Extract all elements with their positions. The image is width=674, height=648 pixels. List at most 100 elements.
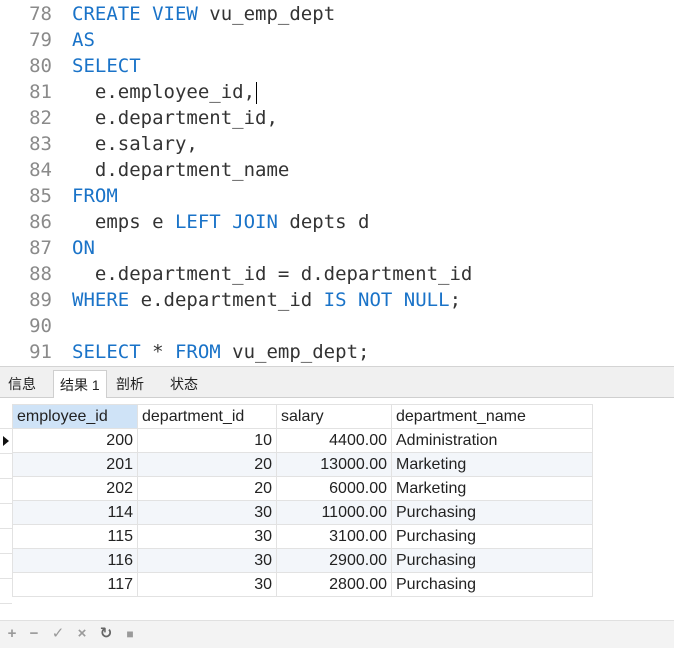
cell-department-name[interactable]: Marketing	[391, 476, 593, 501]
sql-keyword: AS	[72, 29, 95, 51]
tab-info[interactable]: 信息	[2, 370, 42, 398]
sql-keyword: FROM	[174, 341, 221, 363]
cell-salary[interactable]: 13000.00	[276, 452, 392, 477]
table-row[interactable]: 201 20 13000.00 Marketing	[12, 452, 593, 477]
code-line[interactable]: 79 AS	[0, 27, 674, 53]
cell-employee-id[interactable]: 200	[12, 428, 138, 453]
column-header-department-name[interactable]: department_name	[391, 404, 593, 429]
cell-employee-id[interactable]: 114	[12, 500, 138, 525]
cell-salary[interactable]: 2900.00	[276, 548, 392, 573]
table-row[interactable]: 115 30 3100.00 Purchasing	[12, 524, 593, 549]
apply-changes-icon[interactable]: ✓	[50, 626, 66, 642]
sql-token: vu_emp_dept	[197, 3, 336, 25]
code-line[interactable]: 86 emps e LEFT JOIN depts d	[0, 209, 674, 235]
grid-toolbar: + − ✓ × ↻ ■	[0, 620, 674, 648]
tab-profile[interactable]: 剖析	[110, 370, 150, 398]
cell-salary[interactable]: 11000.00	[276, 500, 392, 525]
cell-department-name[interactable]: Purchasing	[391, 500, 593, 525]
code-text: FROM	[72, 183, 118, 209]
line-number: 80	[29, 55, 52, 77]
sql-keyword: FROM	[72, 185, 118, 207]
stop-icon[interactable]: ■	[122, 626, 138, 642]
sql-keyword: IS	[323, 289, 347, 311]
code-line[interactable]: 91 SELECT * FROM vu_emp_dept;	[0, 339, 674, 365]
code-line[interactable]: 82 e.department_id,	[0, 105, 674, 131]
discard-changes-icon[interactable]: ×	[74, 626, 90, 642]
cell-department-id[interactable]: 30	[137, 548, 277, 573]
refresh-icon[interactable]: ↻	[98, 626, 114, 642]
cell-employee-id[interactable]: 116	[12, 548, 138, 573]
row-indicator[interactable]	[0, 579, 12, 604]
code-line[interactable]: 85 FROM	[0, 183, 674, 209]
cell-employee-id[interactable]: 201	[12, 452, 138, 477]
line-number: 87	[29, 237, 52, 259]
row-indicator[interactable]	[0, 479, 12, 504]
row-indicator[interactable]	[0, 554, 12, 579]
code-line[interactable]: 88 e.department_id = d.department_id	[0, 261, 674, 287]
cell-department-id[interactable]: 20	[137, 476, 277, 501]
line-number: 82	[29, 107, 52, 129]
sql-keyword: JOIN	[232, 211, 278, 233]
results-table: employee_id department_id salary departm…	[12, 404, 593, 597]
code-text: d.department_name	[72, 157, 289, 183]
code-line[interactable]: 78 CREATE VIEW vu_emp_dept	[0, 1, 674, 27]
delete-record-icon[interactable]: −	[26, 626, 42, 642]
sql-token: e.department_id,	[72, 107, 278, 129]
cell-salary[interactable]: 2800.00	[276, 572, 392, 597]
tab-status[interactable]: 状态	[164, 370, 204, 398]
cell-salary[interactable]: 4400.00	[276, 428, 392, 453]
cell-department-id[interactable]: 30	[137, 500, 277, 525]
code-line[interactable]: 87 ON	[0, 235, 674, 261]
cell-employee-id[interactable]: 115	[12, 524, 138, 549]
cell-department-name[interactable]: Marketing	[391, 452, 593, 477]
row-indicator[interactable]	[0, 529, 12, 554]
cell-department-name[interactable]: Purchasing	[391, 524, 593, 549]
cell-employee-id[interactable]: 117	[12, 572, 138, 597]
row-indicator[interactable]	[0, 504, 12, 529]
code-text: emps e LEFT JOIN depts d	[72, 209, 370, 235]
code-line[interactable]: 89 WHERE e.department_id IS NOT NULL;	[0, 287, 674, 313]
column-header-salary[interactable]: salary	[276, 404, 392, 429]
result-grid: employee_id department_id salary departm…	[0, 398, 674, 620]
row-indicator[interactable]	[0, 454, 12, 479]
sql-editor[interactable]: 78 CREATE VIEW vu_emp_dept 79 AS 80 SELECT 81 …	[0, 0, 674, 366]
line-number: 85	[29, 185, 52, 207]
code-line[interactable]: 81 e.employee_id,	[0, 79, 674, 105]
cell-department-id[interactable]: 30	[137, 524, 277, 549]
code-line[interactable]: 84 d.department_name	[0, 157, 674, 183]
table-row[interactable]: 202 20 6000.00 Marketing	[12, 476, 593, 501]
add-record-icon[interactable]: +	[4, 626, 20, 642]
line-number: 88	[29, 263, 52, 285]
row-indicator[interactable]	[0, 429, 12, 454]
code-text: SELECT	[72, 53, 141, 79]
cell-employee-id[interactable]: 202	[12, 476, 138, 501]
sql-token: e.employee_id,	[72, 81, 256, 103]
table-row[interactable]: 117 30 2800.00 Purchasing	[12, 572, 593, 597]
column-header-employee-id[interactable]: employee_id	[12, 404, 138, 429]
cell-salary[interactable]: 3100.00	[276, 524, 392, 549]
table-row[interactable]: 200 10 4400.00 Administration	[12, 428, 593, 453]
cell-salary[interactable]: 6000.00	[276, 476, 392, 501]
cell-department-id[interactable]: 20	[137, 452, 277, 477]
cell-department-id[interactable]: 30	[137, 572, 277, 597]
sql-keyword: ON	[72, 237, 95, 259]
cell-department-name[interactable]: Purchasing	[391, 548, 593, 573]
tab-result-1[interactable]: 结果 1	[53, 370, 107, 398]
table-row[interactable]: 116 30 2900.00 Purchasing	[12, 548, 593, 573]
row-indicator-header	[0, 404, 12, 429]
code-line[interactable]: 90	[0, 313, 674, 339]
column-header-department-id[interactable]: department_id	[137, 404, 277, 429]
cell-department-id[interactable]: 10	[137, 428, 277, 453]
cell-department-name[interactable]: Purchasing	[391, 572, 593, 597]
code-line[interactable]: 80 SELECT	[0, 53, 674, 79]
cell-department-name[interactable]: Administration	[391, 428, 593, 453]
code-line[interactable]: 83 e.salary,	[0, 131, 674, 157]
code-text: e.department_id = d.department_id	[72, 261, 473, 287]
line-number: 86	[29, 211, 52, 233]
sql-token: vu_emp_dept;	[220, 341, 370, 363]
sql-token: *	[140, 341, 175, 363]
table-row[interactable]: 114 30 11000.00 Purchasing	[12, 500, 593, 525]
